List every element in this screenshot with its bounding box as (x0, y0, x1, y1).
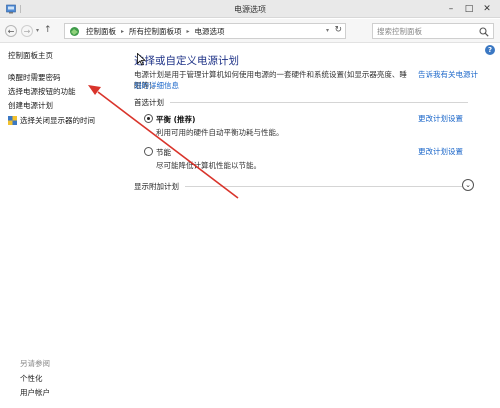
sidebar-item-personalization[interactable]: 个性化 (20, 373, 43, 384)
page-title: 选择或自定义电源计划 (134, 55, 239, 67)
sidebar-item-control-panel-home[interactable]: 控制面板主页 (8, 50, 53, 61)
sidebar-item-create-plan[interactable]: 创建电源计划 (8, 100, 53, 111)
title-bar: 电源选项 – □ ✕ (0, 0, 500, 18)
search-input[interactable] (377, 26, 475, 37)
window-controls: – □ ✕ (442, 0, 496, 18)
breadcrumb-item-label: 控制面板 (86, 26, 116, 36)
search-icon[interactable] (479, 27, 489, 37)
help-button[interactable]: ? (485, 45, 495, 55)
recent-locations-dropdown[interactable]: ▾ (36, 27, 39, 34)
additional-plans-label: 显示附加计划 (134, 182, 179, 191)
plan-details-link[interactable]: 划的详细信息 (134, 80, 179, 91)
close-button[interactable]: ✕ (478, 0, 496, 18)
plan-name: 节能 (156, 148, 171, 157)
search-box[interactable] (372, 23, 494, 39)
plan-balanced-radio[interactable] (144, 114, 153, 123)
change-plan-settings-balanced[interactable]: 更改计划设置 (418, 113, 463, 124)
breadcrumb-item[interactable]: 所有控制面板项 (129, 26, 182, 37)
sidebar-item-require-password[interactable]: 唤醒时需要密码 (8, 72, 61, 83)
sidebar: 控制面板主页 唤醒时需要密码 选择电源按钮的功能 创建电源计划 选择关闭显示器的… (0, 44, 118, 408)
breadcrumb-item-label: 所有控制面板项 (129, 26, 182, 36)
sidebar-item-label: 选择关闭显示器的时间 (20, 116, 95, 125)
plan-description: 尽可能降低计算机性能以节能。 (156, 161, 261, 170)
breadcrumb-item[interactable]: 电源选项 (195, 26, 225, 37)
window-title: 电源选项 (234, 5, 266, 14)
up-button[interactable]: ↑ (44, 25, 52, 35)
divider (185, 186, 472, 187)
change-plan-settings-power-saver[interactable]: 更改计划设置 (418, 146, 463, 157)
preferred-plans-header: 首选计划 (134, 97, 468, 108)
maximize-button[interactable]: □ (460, 0, 478, 18)
plan-description: 利用可用的硬件自动平衡功耗与性能。 (156, 128, 284, 137)
forward-button[interactable]: → (21, 25, 33, 37)
mouse-cursor-icon (137, 53, 146, 66)
breadcrumb-item[interactable]: 控制面板 (86, 26, 116, 37)
preferred-plans-label: 首选计划 (134, 98, 164, 107)
divider (170, 102, 468, 103)
breadcrumb-item-label: 电源选项 (194, 26, 225, 36)
control-panel-icon (70, 26, 79, 36)
plan-name: 平衡 (推荐) (156, 115, 196, 124)
refresh-icon[interactable]: ↻ (334, 25, 342, 35)
sidebar-item-display-off[interactable]: 选择关闭显示器的时间 (8, 115, 95, 126)
chevron-right-icon[interactable]: ▸ (187, 28, 190, 35)
additional-plans-header[interactable]: 显示附加计划 (134, 181, 472, 192)
breadcrumb[interactable]: 控制面板 ▸ 所有控制面板项 ▸ 电源选项 ▾ ↻ (64, 23, 346, 39)
expand-additional-plans-button[interactable]: ⌄ (462, 179, 474, 191)
chevron-down-icon[interactable]: ▾ (326, 27, 329, 34)
minimize-button[interactable]: – (442, 0, 460, 18)
chevron-right-icon[interactable]: ▸ (121, 28, 124, 35)
see-also-title: 另请参阅 (20, 359, 50, 368)
shield-icon (8, 116, 17, 125)
sidebar-item-power-buttons[interactable]: 选择电源按钮的功能 (8, 86, 76, 97)
plan-power-saver-radio[interactable] (144, 147, 153, 156)
sidebar-item-user-accounts[interactable]: 用户帐户 (20, 387, 50, 398)
tell-me-more-link[interactable]: 告诉我有关电源计 (418, 69, 482, 80)
address-bar: ← → ▾ ↑ 控制面板 ▸ 所有控制面板项 ▸ 电源选项 ▾ ↻ (0, 19, 500, 43)
back-button[interactable]: ← (5, 25, 17, 37)
